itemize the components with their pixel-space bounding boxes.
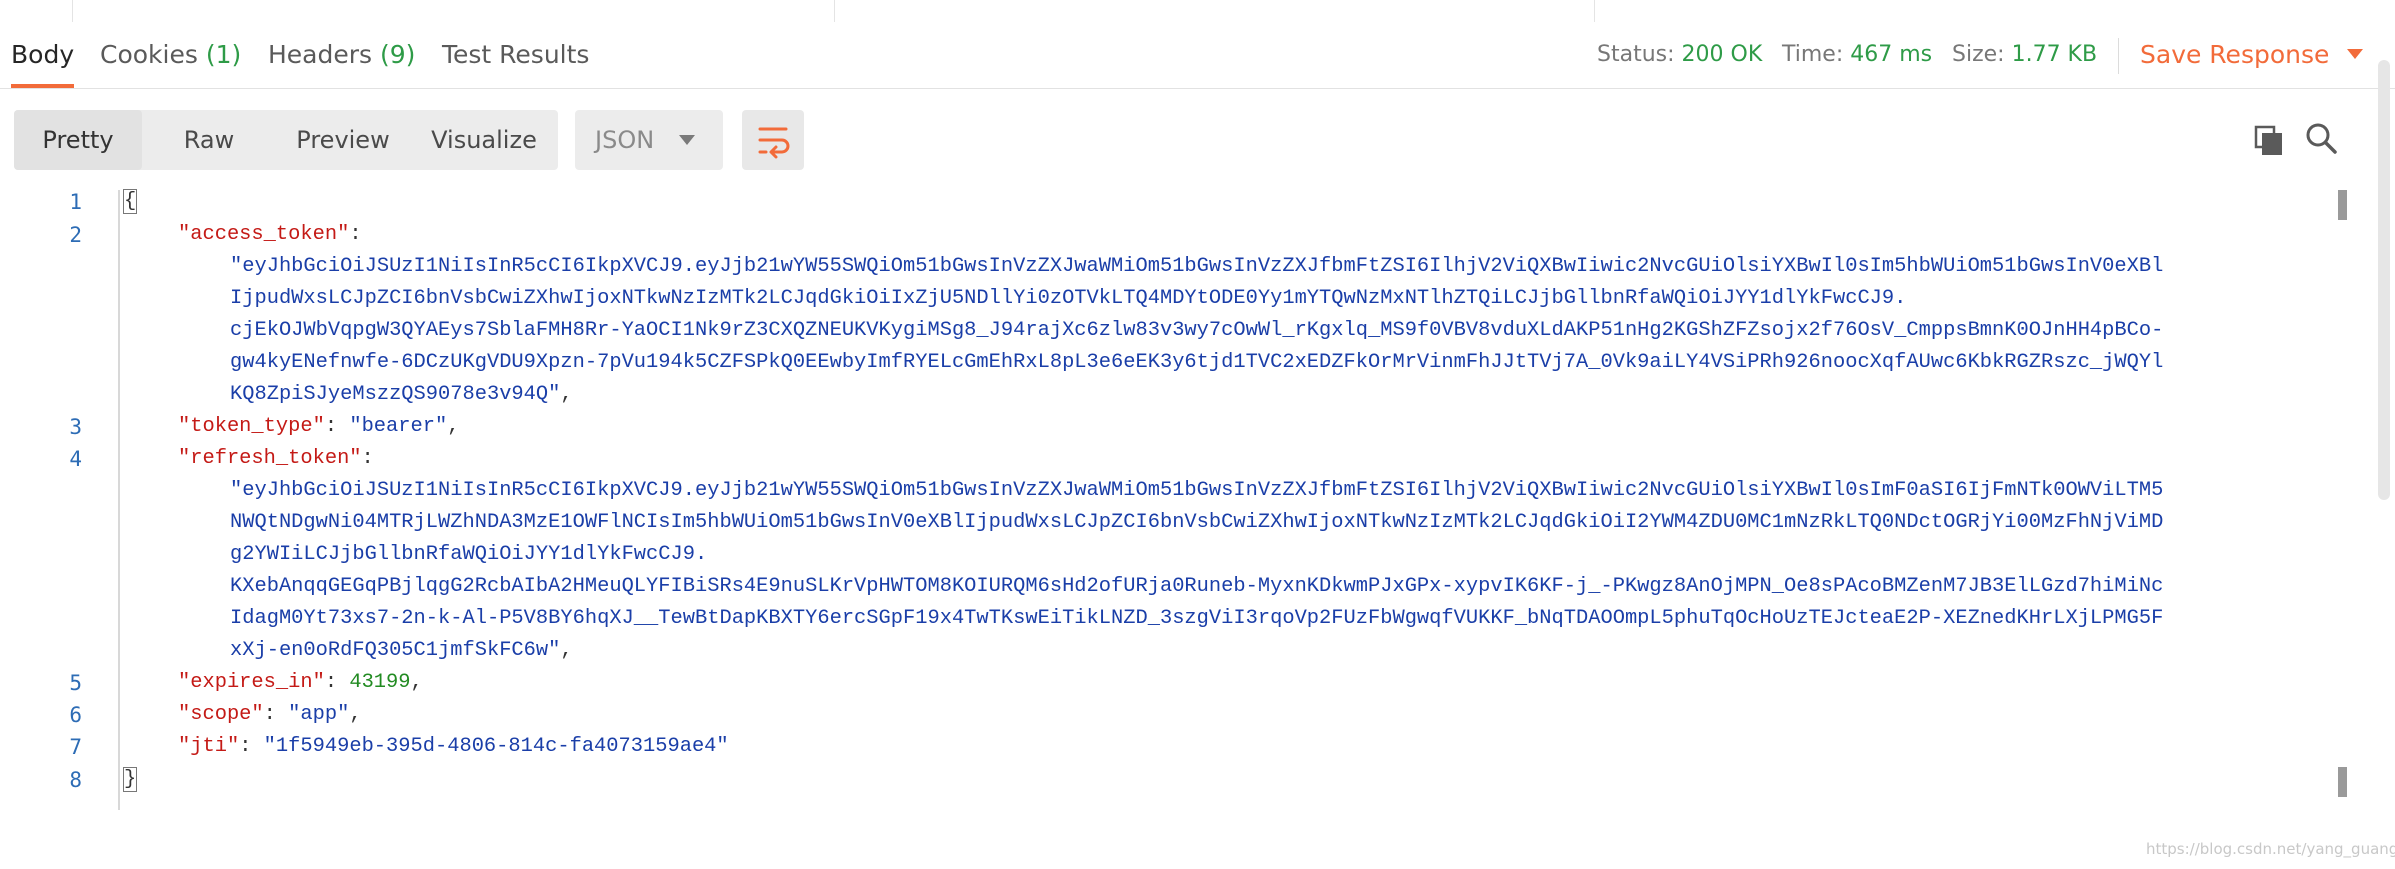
close-brace: } [122, 767, 138, 792]
tab-body-label: Body [11, 40, 75, 69]
size-info: Size: 1.77 KB [1952, 22, 2097, 88]
json-key: "scope" [178, 703, 264, 726]
save-response-button[interactable]: Save Response [2140, 22, 2364, 88]
search-button[interactable] [2303, 120, 2339, 156]
chevron-down-icon [679, 135, 695, 145]
json-string-value: "app" [288, 703, 350, 726]
json-key: "access_token" [178, 223, 350, 246]
code-line: "token_type": "bearer", [178, 415, 459, 438]
copy-button[interactable] [2252, 122, 2286, 156]
code-line: } [122, 767, 138, 792]
json-key: "expires_in" [178, 671, 325, 694]
wrap-lines-button[interactable] [742, 110, 804, 170]
size-label: Size: [1952, 42, 2005, 67]
response-tab-bar: Body Cookies (1) Headers (9) Test Result… [0, 22, 2395, 89]
json-string-line: KXebAnqqGEGqPBjlqgG2RcbAIbA2HMeuQLYFIBiS… [230, 575, 2164, 598]
response-body-editor[interactable]: { "access_token": "eyJhbGciOiJSUzI1NiIsI… [118, 189, 2330, 810]
copy-icon [2254, 125, 2282, 155]
code-line: xXj-en0oRdFQ305C1jmfSkFC6w", [230, 639, 573, 662]
tab-body[interactable]: Body [11, 22, 75, 88]
status-info: Status: 200 OK [1597, 22, 1762, 88]
size-value: 1.77 KB [2011, 42, 2098, 67]
save-response-label: Save Response [2140, 40, 2330, 69]
strip-cell [0, 0, 73, 22]
format-select-value: JSON [595, 126, 655, 154]
time-label: Time: [1782, 42, 1844, 67]
line-number: 4 [69, 447, 82, 471]
json-string-line: IjpudWxsLCJpZCI6bnVsbCwiZXhwIjoxNTkwNzIz… [230, 287, 1907, 310]
wrap-lines-icon [758, 127, 790, 159]
chevron-down-icon [2347, 49, 2364, 59]
line-number: 5 [69, 671, 82, 695]
json-string-line: cjEkOJWbVqpgW3QYAEys7SblaFMH8Rr-YaOCI1Nk… [230, 319, 2164, 342]
tab-test-results[interactable]: Test Results [442, 22, 589, 88]
comma: , [447, 415, 460, 438]
tab-cookies-label: Cookies [100, 40, 198, 69]
json-string-line: "eyJhbGciOiJSUzI1NiIsInR5cCI6IkpXVCJ9.ey… [230, 255, 2164, 278]
json-number-value: 43199 [349, 671, 411, 694]
status-label: Status: [1597, 42, 1675, 67]
code-line: "expires_in": 43199, [178, 671, 423, 694]
json-string-line: xXj-en0oRdFQ305C1jmfSkFC6w" [230, 639, 561, 662]
colon: : [324, 671, 350, 694]
json-string-line: g2YWIiLCJjbGllbnRfaWQiOiJYY1dlYkFwcCJ9. [230, 543, 708, 566]
view-pretty-button[interactable]: Pretty [14, 110, 142, 170]
divider [2118, 38, 2119, 74]
json-string-line: "eyJhbGciOiJSUzI1NiIsInR5cCI6IkpXVCJ9.ey… [230, 479, 2164, 502]
colon: : [239, 735, 264, 758]
json-string-line: IdagM0Yt73xs7-2n-k-Al-P5V8BY6hqXJ__TewBt… [230, 607, 2164, 630]
strip-cell [834, 0, 1595, 22]
tab-headers[interactable]: Headers (9) [268, 22, 415, 88]
status-value: 200 OK [1681, 42, 1763, 67]
colon: : [349, 223, 374, 246]
editor-scrollbar-top[interactable] [2338, 190, 2347, 220]
code-line: "access_token": [178, 223, 374, 246]
view-raw-button[interactable]: Raw [144, 110, 274, 170]
comma: , [560, 639, 573, 662]
line-number: 2 [69, 223, 82, 247]
comma: , [349, 703, 362, 726]
line-number: 8 [69, 768, 82, 792]
json-key: "refresh_token" [178, 447, 362, 470]
json-string-value: "bearer" [349, 415, 448, 438]
code-line: "jti": "1f5949eb-395d-4806-814c-fa407315… [178, 735, 729, 758]
line-number: 6 [69, 703, 82, 727]
search-icon [2306, 123, 2337, 154]
line-number: 1 [69, 190, 82, 214]
view-visualize-button[interactable]: Visualize [410, 110, 558, 170]
tab-test-results-label: Test Results [442, 40, 590, 69]
comma: , [410, 671, 423, 694]
colon: : [361, 447, 387, 470]
code-line: KQ8ZpiSJyeMszzQS9078e3v94Q", [230, 383, 573, 406]
json-key: "jti" [178, 735, 240, 758]
json-string-line: KQ8ZpiSJyeMszzQS9078e3v94Q" [230, 383, 561, 406]
line-number: 3 [69, 415, 82, 439]
cookies-count-badge: (1) [205, 40, 242, 69]
line-number: 7 [69, 735, 82, 759]
headers-count-badge: (9) [380, 40, 416, 69]
watermark: https://blog.csdn.net/yang_guang3 [2146, 840, 2395, 858]
time-value: 467 ms [1850, 42, 1933, 67]
json-string-line: gw4kyENefnwfe-6DCzUKgVDU9Xpzn-7pVu194k5C… [230, 351, 2164, 374]
code-line: "refresh_token": [178, 447, 386, 470]
comma: , [560, 383, 573, 406]
strip-cell [72, 0, 835, 22]
json-string-value: "1f5949eb-395d-4806-814c-fa4073159ae4" [263, 735, 729, 758]
json-string-line: NWQtNDgwNi04MTRjLWZhNDA3MzE1OWFlNCIsIm5h… [230, 511, 2164, 534]
view-preview-button[interactable]: Preview [276, 110, 410, 170]
tab-headers-label: Headers [268, 40, 373, 69]
panel-scrollbar[interactable] [2378, 60, 2390, 500]
request-area-strip [0, 0, 2395, 23]
open-brace: { [122, 189, 138, 214]
colon: : [324, 415, 350, 438]
json-key: "token_type" [178, 415, 325, 438]
time-info: Time: 467 ms [1782, 22, 1932, 88]
view-mode-group: Pretty Raw Preview Visualize [14, 110, 558, 170]
tab-cookies[interactable]: Cookies (1) [100, 22, 241, 88]
editor-scrollbar-bottom[interactable] [2338, 767, 2347, 797]
colon: : [263, 703, 289, 726]
format-select[interactable]: JSON [575, 110, 723, 170]
code-line: "scope": "app", [178, 703, 362, 726]
code-line: { [122, 189, 138, 214]
